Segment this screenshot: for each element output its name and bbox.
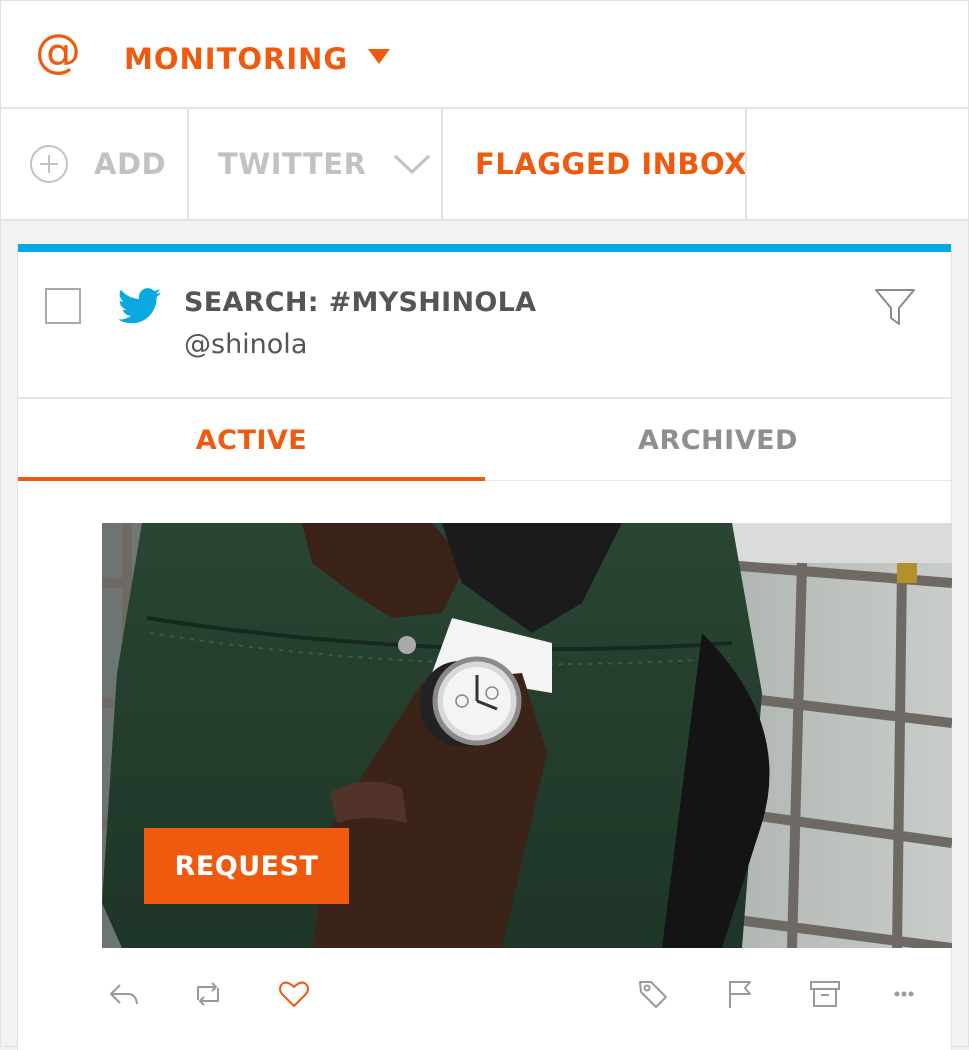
twitter-dropdown[interactable]: TWITTER (218, 109, 432, 219)
flagged-inbox-tab[interactable]: FLAGGED INBOX (475, 109, 747, 219)
add-circle-icon (30, 145, 68, 183)
add-stream-button[interactable]: ADD (28, 109, 166, 219)
card-accent-bar (18, 244, 951, 252)
reply-icon[interactable] (106, 976, 142, 1012)
chevron-down-icon (394, 154, 431, 175)
toolbar-divider (187, 109, 189, 219)
post-actions (18, 964, 951, 1024)
twitter-label: TWITTER (218, 147, 367, 181)
toolbar-divider (441, 109, 443, 219)
tab-archived[interactable]: ARCHIVED (485, 400, 951, 480)
toolbar-divider (745, 109, 747, 219)
caret-down-icon[interactable] (368, 49, 390, 64)
more-icon[interactable] (886, 976, 922, 1012)
archive-icon[interactable] (807, 976, 843, 1012)
filter-icon[interactable] (872, 284, 918, 330)
tab-rule (485, 480, 951, 481)
heart-icon[interactable] (276, 976, 312, 1012)
stream-title: SEARCH: #MYSHINOLA (184, 287, 537, 318)
panel-header: @ MONITORING (1, 1, 968, 109)
stream-toolbar: ADD TWITTER FLAGGED INBOX (1, 109, 968, 221)
add-label: ADD (94, 147, 167, 181)
header-divider (18, 397, 951, 399)
stream-handle: @shinola (184, 329, 308, 360)
post-image[interactable]: REQUEST (102, 523, 952, 948)
tab-active[interactable]: ACTIVE (18, 400, 485, 480)
flagged-inbox-label: FLAGGED INBOX (475, 147, 747, 181)
at-icon: @ (35, 24, 81, 78)
retweet-icon[interactable] (190, 976, 226, 1012)
tag-icon[interactable] (635, 976, 671, 1012)
request-button[interactable]: REQUEST (144, 828, 349, 904)
stream-card: SEARCH: #MYSHINOLA @shinola ACTIVE ARCHI… (17, 244, 952, 1050)
monitoring-panel: @ MONITORING ADD TWITTER FLAGGED INBOX S… (0, 0, 969, 1050)
tab-active-label: ACTIVE (195, 424, 308, 456)
select-checkbox[interactable] (45, 288, 81, 324)
flag-icon[interactable] (722, 976, 758, 1012)
active-tab-indicator (18, 477, 485, 481)
tab-archived-label: ARCHIVED (638, 424, 798, 456)
twitter-bird-icon (118, 288, 161, 324)
page-title[interactable]: MONITORING (124, 39, 348, 79)
